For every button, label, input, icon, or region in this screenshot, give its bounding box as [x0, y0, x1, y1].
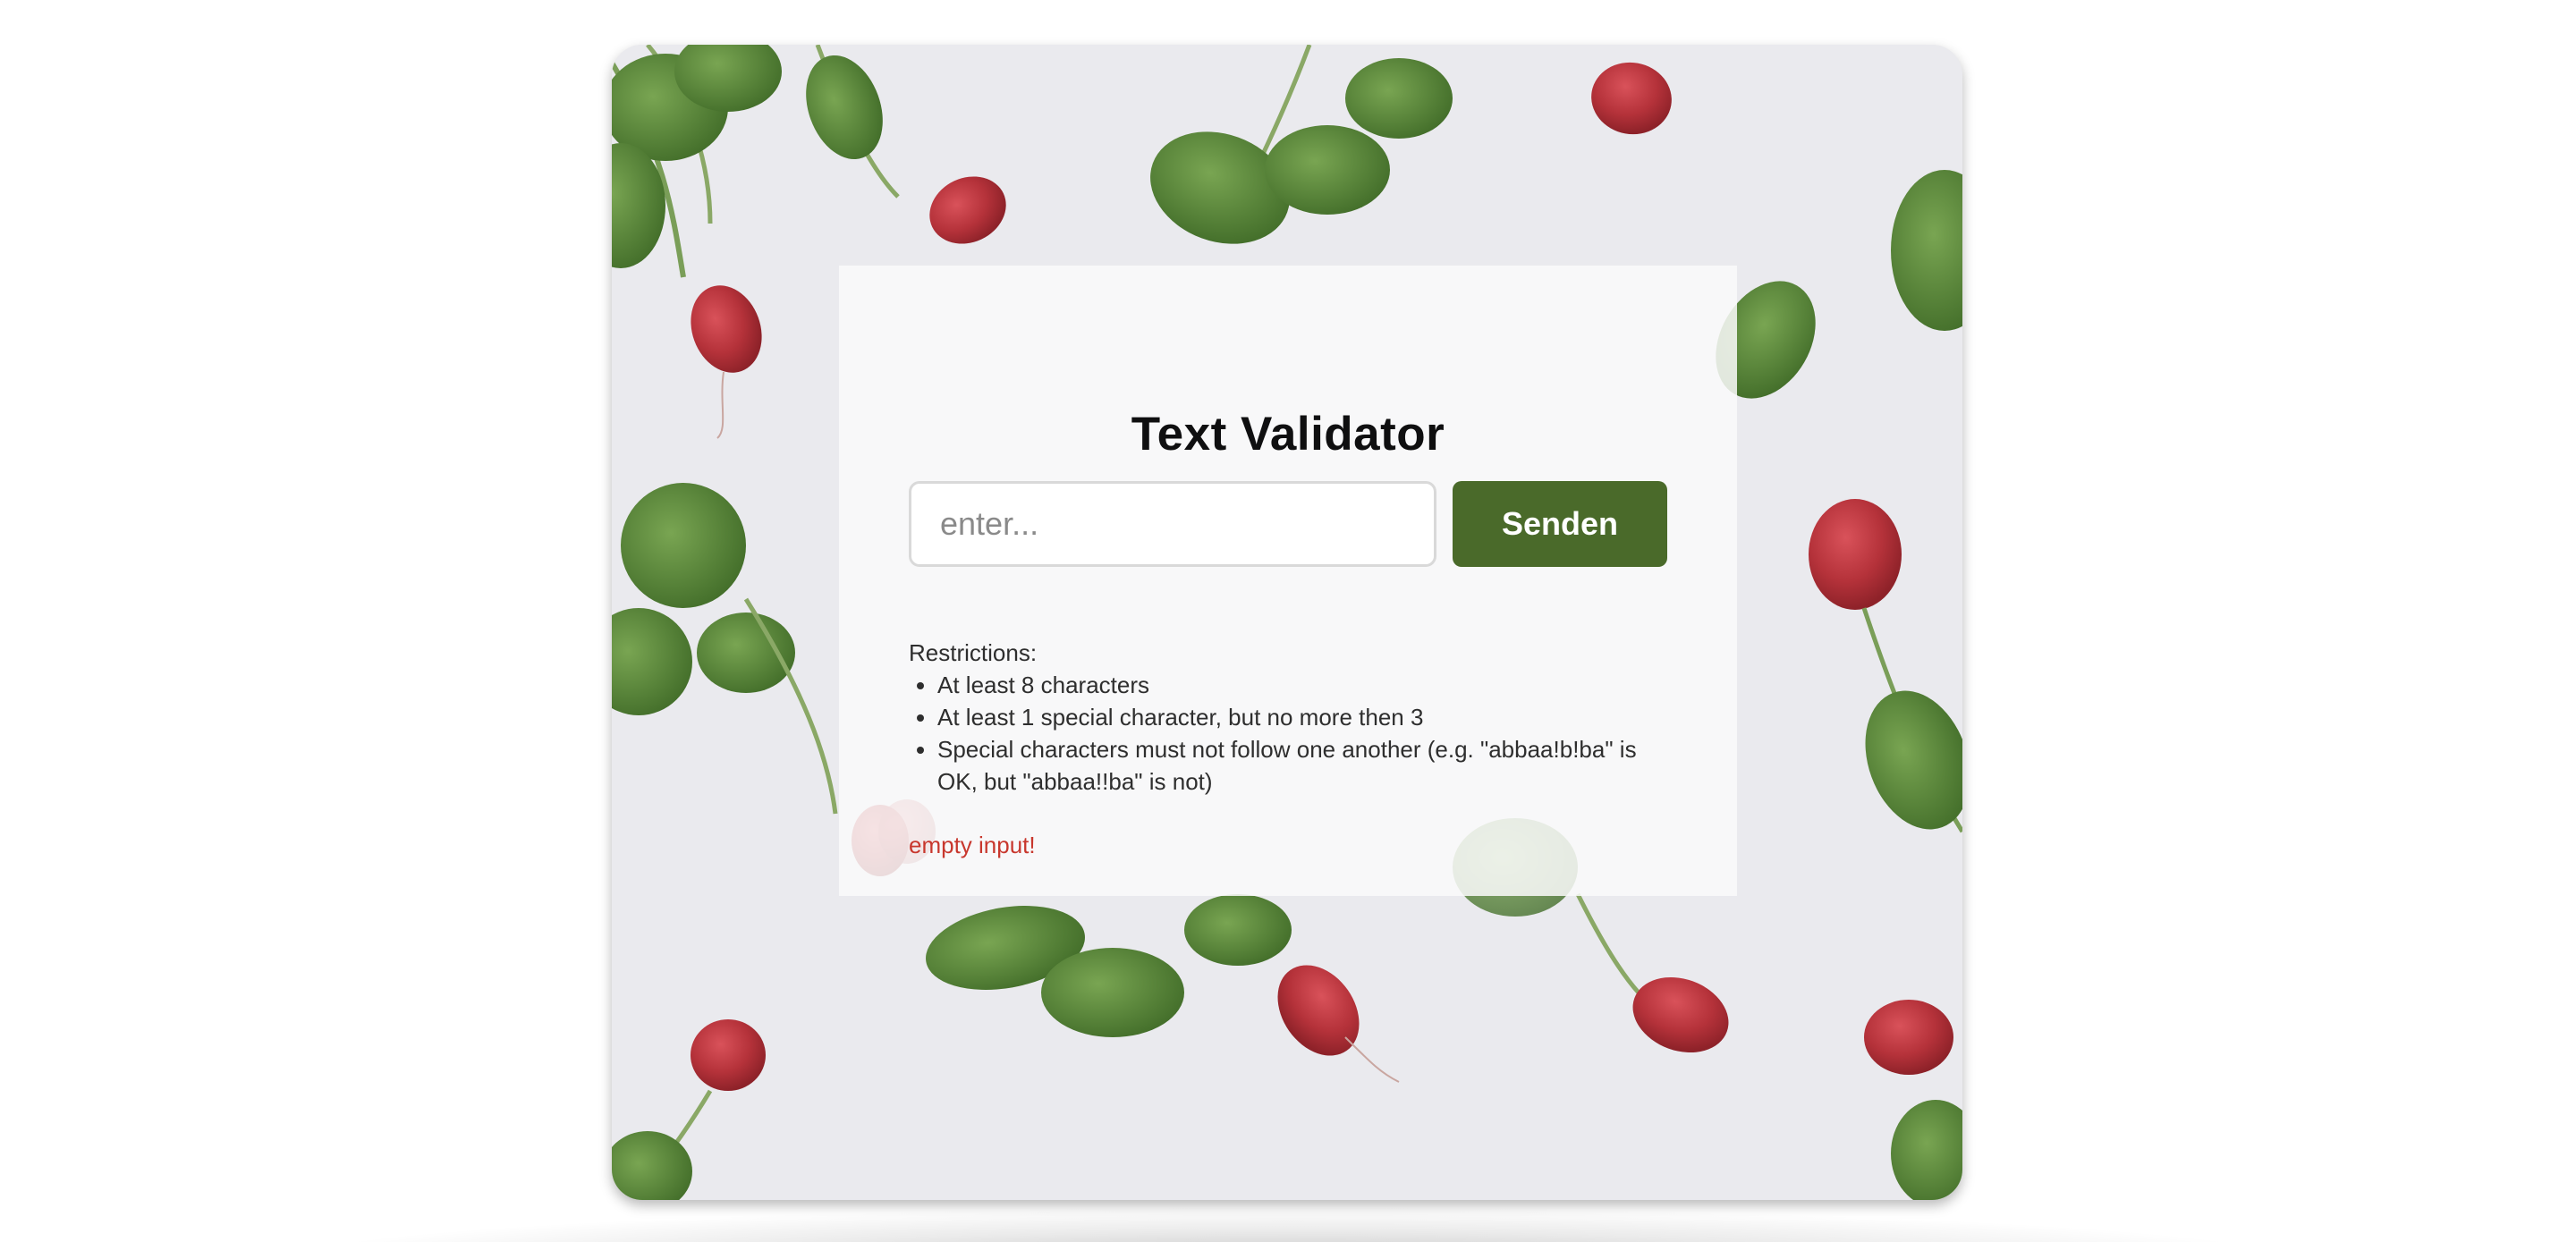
validator-form: Senden: [909, 481, 1667, 567]
page-title: Text Validator: [1131, 408, 1445, 460]
text-input[interactable]: [909, 481, 1436, 567]
restrictions-list: At least 8 characters At least 1 special…: [909, 669, 1667, 798]
restrictions-box: Restrictions: At least 8 characters At l…: [909, 637, 1667, 798]
restriction-item: At least 8 characters: [937, 669, 1667, 701]
restrictions-heading: Restrictions:: [909, 639, 1038, 666]
restriction-item: Special characters must not follow one a…: [937, 733, 1667, 798]
background-photo-card: Text Validator Senden Restrictions: At l…: [612, 45, 1962, 1200]
bottom-shadow: [268, 1207, 2308, 1242]
restriction-item: At least 1 special character, but no mor…: [937, 701, 1667, 733]
error-message: empty input!: [909, 832, 1036, 858]
submit-button[interactable]: Senden: [1453, 481, 1667, 567]
validator-panel: Text Validator Senden Restrictions: At l…: [839, 266, 1737, 896]
page: Text Validator Senden Restrictions: At l…: [0, 0, 2576, 1242]
